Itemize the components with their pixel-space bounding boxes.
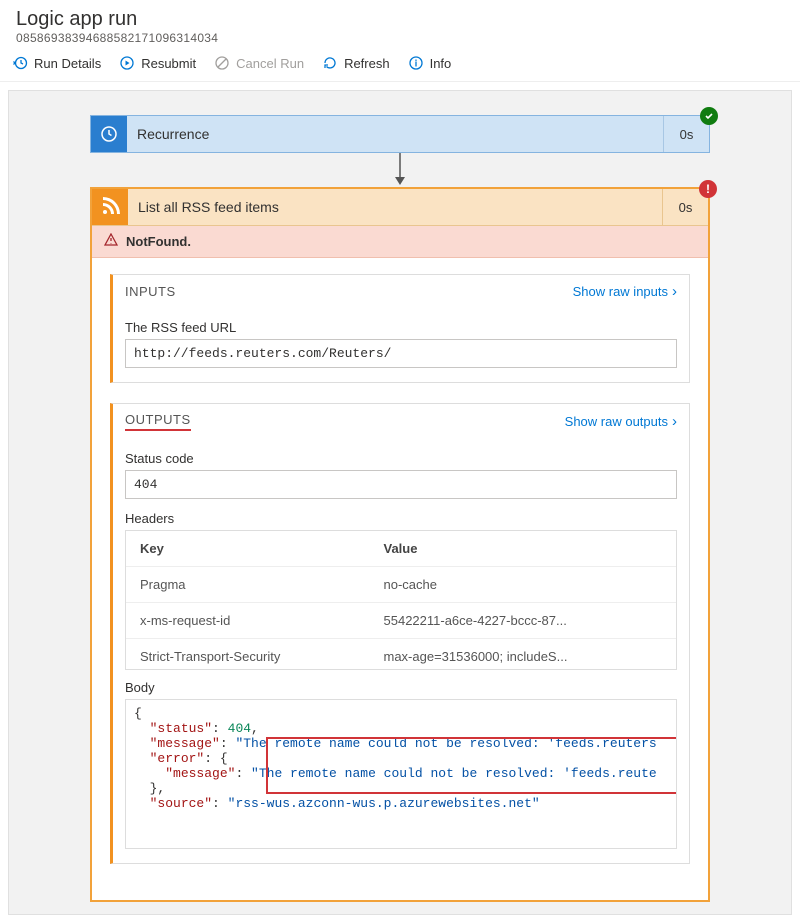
- body-json[interactable]: { "status": 404, "message": "The remote …: [125, 699, 677, 849]
- headers-label: Headers: [125, 511, 677, 526]
- cancel-icon: [214, 55, 230, 71]
- header-value: max-age=31536000; includeS...: [370, 639, 677, 671]
- cancel-run-button: Cancel Run: [214, 55, 304, 71]
- error-bar: NotFound.: [92, 226, 708, 258]
- rss-url-label: The RSS feed URL: [125, 320, 677, 335]
- inputs-title: INPUTS: [125, 284, 176, 299]
- run-details-label: Run Details: [34, 56, 101, 71]
- table-row: Pragmano-cache: [126, 567, 676, 603]
- history-icon: [12, 55, 28, 71]
- header-value: 55422211-a6ce-4227-bccc-87...: [370, 603, 677, 639]
- step-recurrence[interactable]: Recurrence 0s: [90, 115, 710, 153]
- info-label: Info: [430, 56, 452, 71]
- col-key: Key: [126, 531, 370, 567]
- rss-icon: [92, 189, 128, 225]
- rss-url-value[interactable]: http://feeds.reuters.com/Reuters/: [125, 339, 677, 368]
- refresh-label: Refresh: [344, 56, 390, 71]
- header-key: x-ms-request-id: [126, 603, 370, 639]
- resubmit-label: Resubmit: [141, 56, 196, 71]
- canvas: Recurrence 0s ! List all RSS feed items …: [8, 90, 792, 915]
- inputs-section: INPUTS Show raw inputs › The RSS feed UR…: [110, 274, 690, 383]
- step-label: Recurrence: [127, 126, 663, 142]
- outputs-title: OUTPUTS: [125, 412, 191, 431]
- header-key: Strict-Transport-Security: [126, 639, 370, 671]
- error-badge: !: [699, 180, 717, 198]
- clock-icon: [91, 116, 127, 152]
- page-title: Logic app run: [16, 8, 784, 31]
- chevron-right-icon: ›: [672, 283, 677, 300]
- info-icon: [408, 55, 424, 71]
- run-id: 08586938394688582171096314034: [16, 31, 784, 45]
- info-button[interactable]: Info: [408, 55, 452, 71]
- table-row: Strict-Transport-Securitymax-age=3153600…: [126, 639, 676, 671]
- raw-inputs-label: Show raw inputs: [573, 284, 668, 299]
- toolbar: Run Details Resubmit Cancel Run Refresh …: [0, 49, 800, 82]
- cancel-run-label: Cancel Run: [236, 56, 304, 71]
- step-rss-card: ! List all RSS feed items 0s NotFound. I…: [90, 187, 710, 902]
- refresh-icon: [322, 55, 338, 71]
- warning-icon: [104, 233, 118, 250]
- header-value: no-cache: [370, 567, 677, 603]
- page-header: Logic app run 08586938394688582171096314…: [0, 0, 800, 49]
- col-value: Value: [370, 531, 677, 567]
- card-header[interactable]: List all RSS feed items 0s: [92, 189, 708, 226]
- card-title: List all RSS feed items: [128, 199, 662, 215]
- body-label: Body: [125, 680, 677, 695]
- status-code-label: Status code: [125, 451, 677, 466]
- headers-table[interactable]: Key Value Pragmano-cachex-ms-request-id5…: [125, 530, 677, 670]
- arrow-connector: [393, 153, 407, 187]
- raw-outputs-label: Show raw outputs: [565, 414, 668, 429]
- status-code-value[interactable]: 404: [125, 470, 677, 499]
- error-text: NotFound.: [126, 234, 191, 249]
- outputs-section: OUTPUTS Show raw outputs › Status code 4…: [110, 403, 690, 864]
- chevron-right-icon: ›: [672, 413, 677, 430]
- resubmit-button[interactable]: Resubmit: [119, 55, 196, 71]
- table-row: x-ms-request-id55422211-a6ce-4227-bccc-8…: [126, 603, 676, 639]
- show-raw-outputs-link[interactable]: Show raw outputs ›: [565, 413, 677, 430]
- play-circle-icon: [119, 55, 135, 71]
- show-raw-inputs-link[interactable]: Show raw inputs ›: [573, 283, 677, 300]
- success-badge: [700, 107, 718, 125]
- header-key: Pragma: [126, 567, 370, 603]
- run-details-button[interactable]: Run Details: [12, 55, 101, 71]
- refresh-button[interactable]: Refresh: [322, 55, 390, 71]
